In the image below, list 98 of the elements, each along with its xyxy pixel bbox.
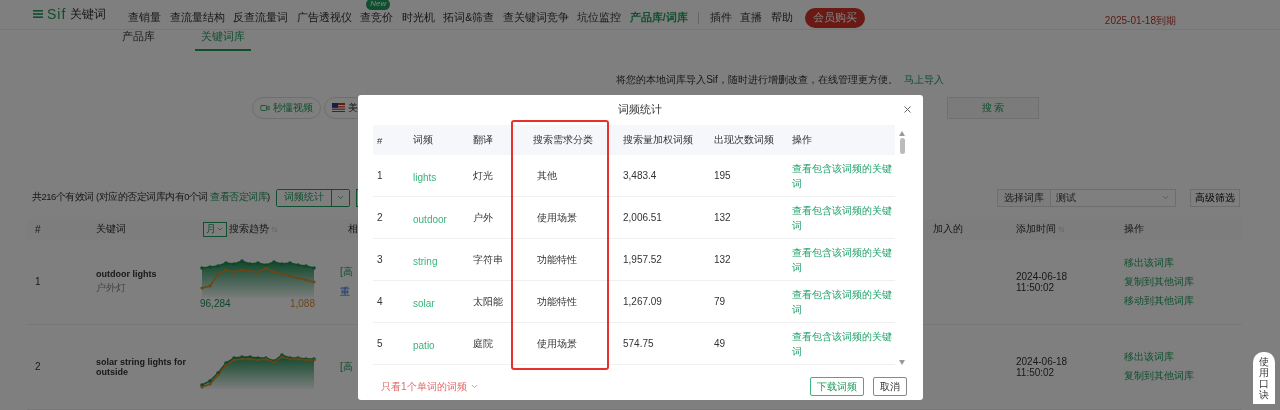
occurrence-count: 132 — [713, 254, 732, 265]
trend-value: 1,088 — [289, 298, 315, 310]
stats-button[interactable]: 词频统计 — [276, 189, 332, 206]
word-link[interactable]: patio — [409, 339, 435, 351]
added-time: 2024-06-18 11:50:02 — [1015, 355, 1069, 378]
column-header: 出现次数词频 — [713, 133, 775, 147]
occurrence-count: 195 — [713, 170, 732, 181]
nav-item[interactable]: 直播 — [740, 11, 763, 26]
category-text: 功能特性 — [536, 294, 578, 309]
translation-text: 庭院 — [472, 336, 494, 351]
sub-tab[interactable]: 产品库 — [116, 29, 161, 51]
action-link[interactable]: 移出该词库 — [1124, 350, 1242, 365]
column-header: 关键词 — [96, 222, 126, 237]
occurrence-count: 49 — [713, 338, 727, 349]
action-link[interactable]: 移出该词库 — [1124, 255, 1242, 270]
row-index: 2 — [376, 212, 384, 223]
occurrence-count: 79 — [713, 296, 727, 307]
weighted-frequency: 1,267.09 — [622, 296, 663, 307]
related-text: [高 — [340, 264, 353, 279]
search-button[interactable]: 搜 索 — [947, 96, 1039, 119]
nav-item[interactable]: 时光机 — [401, 11, 435, 26]
trend-value: 96,284 — [200, 298, 231, 310]
weighted-frequency: 574.75 — [622, 338, 655, 349]
row-index: 1 — [376, 170, 384, 181]
column-header: 操作 — [1124, 222, 1144, 237]
view-keywords-link[interactable]: 查看包含该词频的关键词 — [792, 244, 895, 275]
nav-item[interactable]: 查竞价 — [360, 11, 394, 26]
nav-item[interactable]: 插件 — [709, 11, 732, 26]
occurrence-count: 132 — [713, 212, 732, 223]
added-time: 2024-06-18 11:50:02 — [1015, 270, 1069, 293]
column-header: 相 — [348, 222, 358, 237]
row-index: 5 — [376, 338, 384, 349]
brand-subtitle: 关键词 — [70, 5, 107, 23]
translation-text: 太阳能 — [472, 294, 504, 309]
nav-item[interactable]: 帮助 — [770, 11, 793, 26]
column-header: 翻译 — [472, 133, 494, 147]
cancel-button[interactable]: 取消 — [873, 377, 907, 396]
translation-text: 户外 — [472, 210, 494, 225]
word-link[interactable]: solar — [409, 297, 435, 309]
row-index: 1 — [34, 276, 42, 288]
action-link[interactable]: 复制到其他词库 — [1124, 369, 1242, 384]
nav-item[interactable]: 查销量 — [128, 11, 162, 26]
related-text: 重 — [340, 284, 350, 299]
dialog-title: 词频统计 — [618, 103, 662, 117]
period-toggle[interactable]: 月 — [203, 221, 227, 237]
keyword-text: outdoor lights — [96, 268, 158, 279]
column-header: 搜索趋势 — [229, 222, 269, 237]
brand-name: Sif — [47, 6, 67, 23]
new-badge: New — [366, 0, 391, 11]
video-button[interactable]: 秒懂视频 — [252, 96, 321, 119]
download-button[interactable]: 下载词频 — [810, 377, 864, 396]
word-link[interactable]: lights — [409, 171, 437, 183]
action-link[interactable]: 移动到其他词库 — [1124, 293, 1242, 308]
translation-text: 字符串 — [472, 252, 504, 267]
column-header: 搜索需求分类 — [532, 133, 594, 147]
weighted-frequency: 2,006.51 — [622, 212, 663, 223]
summary-text: 共216个有效词 (对应的否定词库内有0个词 查看否定词库) — [32, 191, 270, 205]
column-header: # — [376, 134, 384, 146]
nav-item[interactable]: 查流量结构 — [169, 11, 225, 26]
category-text: 使用场景 — [536, 210, 578, 225]
translation-text: 灯光 — [472, 168, 494, 183]
related-text: [高 — [340, 359, 353, 374]
import-banner-text: 将您的本地词库导入Sif，随时进行增删改查，在线管理更方便。 马上导入 — [616, 72, 944, 87]
view-keywords-link[interactable]: 查看包含该词频的关键词 — [792, 202, 895, 233]
action-link[interactable]: 复制到其他词库 — [1124, 274, 1242, 289]
row-index: 3 — [376, 254, 384, 265]
row-index: 2 — [34, 361, 42, 373]
vip-button[interactable]: 会员购买 — [805, 8, 866, 29]
expiry-date: 2025-01-18到期 — [1104, 14, 1176, 29]
category-text: 功能特性 — [536, 252, 578, 267]
single-word-filter-link[interactable]: 只看1个单词的词频 — [381, 379, 479, 394]
weighted-frequency: 3,483.4 — [622, 170, 658, 181]
column-header: 加入的 — [933, 222, 963, 237]
nav-item[interactable]: 反查流量词 — [233, 11, 289, 26]
sub-tab[interactable]: 关键词库 — [195, 29, 251, 51]
view-keywords-link[interactable]: 查看包含该词频的关键词 — [792, 160, 895, 191]
column-header: # — [35, 223, 41, 235]
category-text: 使用场景 — [536, 336, 578, 351]
view-keywords-link[interactable]: 查看包含该词频的关键词 — [792, 286, 895, 317]
column-header: 词频 — [412, 133, 434, 147]
keyword-text: solar string lights for outside — [96, 356, 187, 377]
nav-item[interactable]: 产品库/词库 — [629, 11, 688, 26]
weighted-frequency: 1,957.52 — [622, 254, 663, 265]
view-keywords-link[interactable]: 查看包含该词频的关键词 — [792, 328, 895, 359]
column-header: 搜索量加权词频 — [622, 133, 694, 147]
import-link[interactable]: 马上导入 — [903, 73, 944, 85]
nav-item[interactable]: 查关键词竞争 — [502, 11, 569, 26]
nav-item[interactable]: 拓词&筛查 — [443, 11, 495, 26]
column-header: 操作 — [791, 133, 813, 147]
word-link[interactable]: string — [409, 255, 438, 267]
advanced-filter-button[interactable]: 高级筛选 — [1190, 188, 1240, 207]
column-header: 添加时间 — [1016, 222, 1056, 237]
row-index: 4 — [376, 296, 384, 307]
side-tab[interactable]: 使用口诀 — [1253, 352, 1275, 404]
word-link[interactable]: outdoor — [409, 213, 447, 225]
nav-item[interactable]: 广告透视仪 — [296, 11, 352, 26]
category-text: 其他 — [536, 168, 558, 183]
nav-item[interactable]: 坑位监控 — [577, 11, 622, 26]
